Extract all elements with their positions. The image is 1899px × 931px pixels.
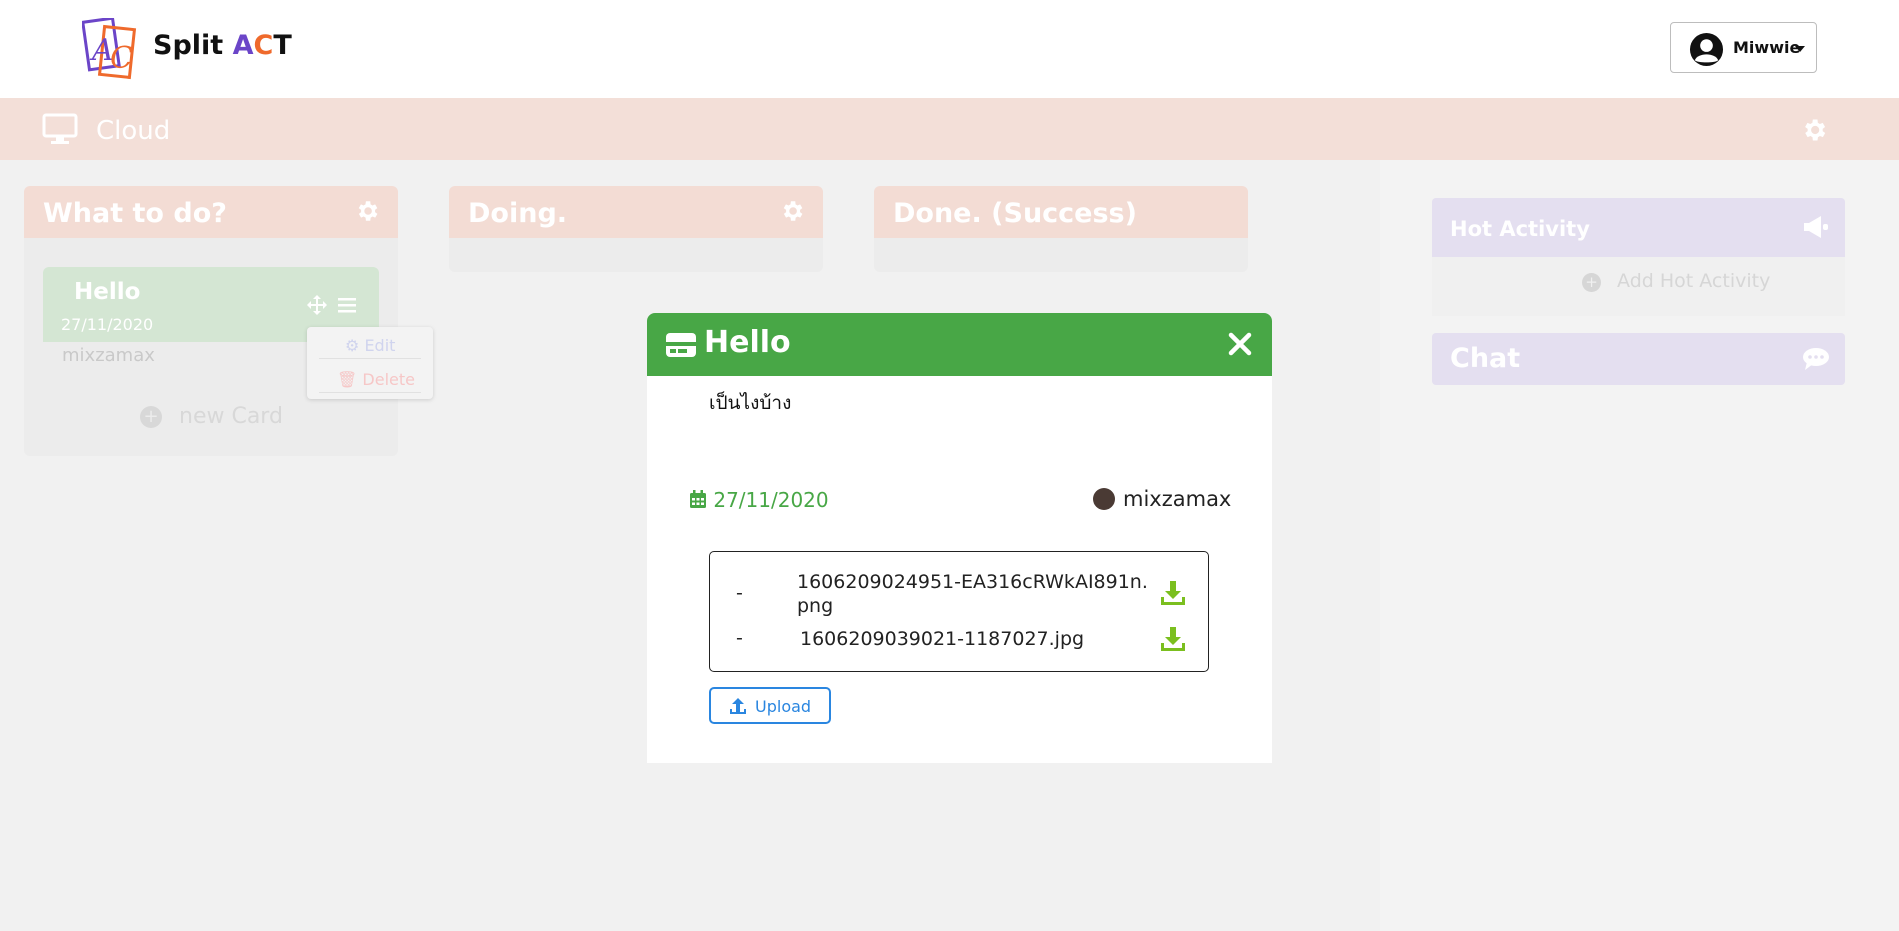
upload-label: Upload: [755, 697, 812, 716]
chat-panel[interactable]: Chat: [1432, 333, 1845, 385]
svg-text:C: C: [110, 41, 133, 76]
menu-divider: [319, 392, 421, 393]
new-card-button[interactable]: + new Card: [140, 404, 283, 429]
column-settings-gear-icon[interactable]: [779, 198, 805, 224]
close-icon[interactable]: [1228, 332, 1252, 356]
column-title: What to do?: [43, 198, 227, 229]
upload-icon: [730, 698, 746, 714]
add-hot-activity-label: Add Hot Activity: [1617, 270, 1771, 292]
add-hot-activity-button[interactable]: + Add Hot Activity: [1582, 270, 1770, 292]
calendar-icon: [690, 490, 706, 508]
card-owner: mixzamax: [62, 345, 155, 366]
hot-activity-title: Hot Activity: [1450, 217, 1590, 241]
hot-activity-header: Hot Activity: [1432, 198, 1845, 257]
user-avatar-icon: [1689, 32, 1724, 67]
app-name-t: T: [273, 30, 292, 61]
download-icon[interactable]: [1160, 580, 1186, 606]
board-title: Cloud: [96, 116, 171, 146]
menu-divider: [319, 358, 421, 359]
edit-menu-item[interactable]: ⚙ Edit: [345, 336, 395, 355]
menu-bars-icon[interactable]: [338, 297, 356, 313]
app-name-c: C: [253, 30, 274, 61]
card-title: Hello: [74, 279, 141, 305]
monitor-icon: [42, 113, 78, 144]
plus-circle-icon: +: [140, 406, 162, 428]
app-name-a: A: [232, 30, 254, 61]
download-icon[interactable]: [1160, 626, 1186, 652]
delete-label: Delete: [362, 370, 415, 389]
card-description: เป็นไงบ้าง: [709, 392, 792, 414]
edit-label: Edit: [364, 336, 396, 355]
attachment-row: - 1606209039021-1187027.jpg: [710, 624, 1208, 654]
app-name-word: Split: [153, 30, 233, 61]
attachment-bullet: -: [736, 582, 743, 604]
due-date-value: 27/11/2020: [713, 488, 829, 512]
due-date: 27/11/2020: [689, 488, 829, 512]
column-doing: Doing.: [449, 186, 823, 272]
upload-button[interactable]: Upload: [709, 687, 831, 724]
column-header: What to do?: [24, 186, 398, 238]
column-done: Done. (Success): [874, 186, 1248, 272]
modal-header: Hello: [647, 313, 1272, 376]
move-arrows-icon[interactable]: [307, 295, 327, 315]
owner-name: mixzamax: [1123, 487, 1232, 511]
new-card-label: new Card: [179, 404, 283, 429]
top-navbar: A C Split ACT Miwwie: [0, 0, 1899, 98]
column-header: Done. (Success): [874, 186, 1248, 238]
trash-icon: 🗑: [337, 370, 358, 389]
attachments-list: - 1606209024951-EA316cRWkAI891n.png - 16…: [709, 551, 1209, 672]
gear-icon: ⚙: [345, 336, 360, 355]
chat-title: Chat: [1450, 343, 1521, 374]
card-detail-modal: Hello เป็นไงบ้าง 27/11/2020 mixzamax - 1…: [647, 313, 1272, 763]
board-header: [0, 98, 1899, 160]
hot-activity-panel: Hot Activity + Add Hot Activity: [1432, 198, 1845, 316]
chat-bubble-icon: [1803, 348, 1829, 370]
card-icon: [666, 333, 696, 357]
column-settings-gear-icon[interactable]: [354, 198, 380, 224]
user-menu-button[interactable]: Miwwie: [1670, 22, 1817, 73]
card-date: 27/11/2020: [61, 315, 154, 334]
attachment-row: - 1606209024951-EA316cRWkAI891n.png: [710, 570, 1208, 618]
board-settings-gear-icon[interactable]: [1800, 116, 1828, 144]
column-header: Doing.: [449, 186, 823, 238]
delete-menu-item[interactable]: 🗑 Delete: [337, 370, 415, 389]
megaphone-icon: [1804, 216, 1828, 238]
card-owner-info: mixzamax: [1093, 487, 1231, 511]
attachment-name: 1606209024951-EA316cRWkAI891n.png: [797, 571, 1148, 617]
column-body: [449, 238, 823, 272]
column-body: [874, 238, 1248, 272]
app-name: Split ACT: [153, 30, 292, 61]
attachment-bullet: -: [736, 627, 743, 649]
hot-activity-body: + Add Hot Activity: [1432, 257, 1845, 316]
card-context-menu: ⚙ Edit 🗑 Delete: [307, 327, 433, 399]
caret-down-icon: [1795, 46, 1805, 52]
owner-avatar: [1093, 488, 1115, 510]
user-name: Miwwie: [1733, 38, 1801, 57]
column-title: Doing.: [468, 198, 568, 229]
plus-circle-icon: +: [1582, 273, 1601, 292]
split-act-logo[interactable]: A C: [82, 18, 138, 80]
column-title: Done. (Success): [893, 198, 1137, 229]
modal-title: Hello: [704, 325, 791, 360]
attachment-name: 1606209039021-1187027.jpg: [800, 628, 1085, 650]
